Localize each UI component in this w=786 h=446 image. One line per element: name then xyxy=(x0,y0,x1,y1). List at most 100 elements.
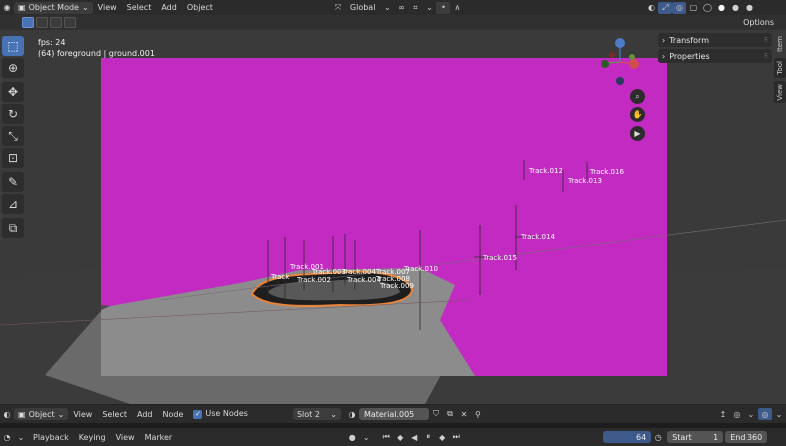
properties-panel[interactable]: › Properties ⠿ xyxy=(658,49,772,63)
menu-select[interactable]: Select xyxy=(122,3,157,12)
sidebar-panels: › Transform ⠿ › Properties ⠿ xyxy=(658,33,772,65)
select-box-icon[interactable]: ⬚ xyxy=(2,36,24,56)
orientation-icon[interactable]: ⤧ xyxy=(331,2,345,14)
chevron-right-icon: › xyxy=(662,51,666,61)
shading-material-icon[interactable]: ● xyxy=(728,2,742,14)
menu-marker[interactable]: Marker xyxy=(140,433,178,442)
overlay-icon[interactable]: ◎ xyxy=(758,408,772,420)
end-value: 360 xyxy=(746,432,763,442)
gizmo-icon[interactable]: ⤢ xyxy=(658,1,673,14)
menu-object[interactable]: Object xyxy=(182,3,218,12)
preview-range-icon[interactable]: ◷ xyxy=(651,431,665,443)
editor-type-icon[interactable]: ◐ xyxy=(0,408,14,420)
fps-text: fps: 24 xyxy=(38,38,66,47)
fake-user-icon[interactable]: ⛉ xyxy=(429,408,443,420)
annotate-icon[interactable]: ✎ xyxy=(2,172,24,192)
close-icon[interactable]: ✕ xyxy=(457,408,471,420)
menu-select[interactable]: Select xyxy=(97,410,132,419)
pivot-icon[interactable]: ∞ xyxy=(394,2,408,14)
chevron-down-icon[interactable]: ⌄ xyxy=(772,408,786,420)
chevron-down-icon: ⌄ xyxy=(81,3,89,12)
scale-icon[interactable]: ⤡ xyxy=(2,126,24,146)
current-frame-field[interactable]: 64 xyxy=(603,431,652,443)
slot-dropdown[interactable]: Slot 2 ⌄ xyxy=(292,408,341,420)
snap-options-icon[interactable]: ⌄ xyxy=(422,2,436,14)
shading-wire-icon[interactable]: ◯ xyxy=(700,2,714,14)
cursor-icon[interactable]: ⊕ xyxy=(2,58,24,78)
snap-options-icon[interactable]: ⌄ xyxy=(744,408,758,420)
select-new-icon[interactable] xyxy=(22,17,34,28)
transform-panel[interactable]: › Transform ⠿ xyxy=(658,33,772,47)
pin-icon[interactable]: ⚲ xyxy=(471,408,485,420)
tab-view[interactable]: View xyxy=(774,80,786,104)
select-subtract-icon[interactable] xyxy=(50,17,62,28)
overlay-icon[interactable]: ◎ xyxy=(672,1,687,14)
rotate-icon[interactable]: ↻ xyxy=(2,104,24,124)
camera-view-icon[interactable]: ▶ xyxy=(630,126,645,141)
proportional-edit-icon[interactable]: • xyxy=(436,1,451,14)
options-dropdown[interactable]: Options xyxy=(743,18,774,27)
start-value: 1 xyxy=(713,432,719,442)
duplicate-icon[interactable]: ⧉ xyxy=(443,408,457,420)
track-label: Track.002 xyxy=(296,276,331,284)
shading-rendered-icon[interactable]: ● xyxy=(742,2,756,14)
chevron-right-icon: › xyxy=(662,35,666,45)
menu-keying[interactable]: Keying xyxy=(74,433,111,442)
jump-end-icon[interactable]: ⏭ xyxy=(449,431,463,443)
tab-item[interactable]: Item xyxy=(774,33,786,55)
snap-icon[interactable]: ⌗ xyxy=(408,2,422,14)
editor-type-icon[interactable]: ◉ xyxy=(0,2,14,14)
record-icon[interactable]: ● xyxy=(345,431,359,443)
menu-add[interactable]: Add xyxy=(132,410,158,419)
pan-hand-icon[interactable]: ✋ xyxy=(630,107,645,122)
track-label: Track.010 xyxy=(403,265,438,273)
chevron-down-icon[interactable]: ⌄ xyxy=(359,431,373,443)
move-icon[interactable]: ✥ xyxy=(2,82,24,102)
zoom-icon[interactable]: ⌕ xyxy=(630,89,645,104)
menu-view[interactable]: View xyxy=(111,433,140,442)
parent-icon[interactable]: ↥ xyxy=(716,408,730,420)
menu-view[interactable]: View xyxy=(68,410,97,419)
node-editor-header: ◐ ▣ Object ⌄ View Select Add Node ✓ Use N… xyxy=(0,404,786,423)
checkbox-icon[interactable]: ✓ xyxy=(193,410,203,419)
tab-tool[interactable]: Tool xyxy=(774,57,786,78)
jump-start-icon[interactable]: ⏮ xyxy=(379,431,393,443)
snap-icon[interactable]: ◎ xyxy=(730,408,744,420)
play-reverse-icon[interactable]: ◀ xyxy=(407,431,421,443)
clock-icon[interactable]: ◔ xyxy=(0,431,14,443)
select-invert-icon[interactable] xyxy=(64,17,76,28)
menu-node[interactable]: Node xyxy=(158,410,189,419)
material-name-field[interactable]: Material.005 xyxy=(358,408,429,420)
next-key-icon[interactable]: ◆ xyxy=(435,431,449,443)
track-label: Track.013 xyxy=(567,177,602,185)
viewport-stats: fps: 24 (64) foreground | ground.001 xyxy=(38,37,155,59)
add-cube-icon[interactable]: ⧉ xyxy=(2,218,24,238)
mode-dropdown[interactable]: ▣ Object Mode ⌄ xyxy=(14,1,93,14)
menu-view[interactable]: View xyxy=(93,3,122,12)
timeline-header: ◔ ⌄ Playback Keying View Marker ● ⌄ ⏮ ◆ … xyxy=(0,428,786,446)
drag-handle-icon[interactable]: ⠿ xyxy=(764,53,768,60)
orientation-dropdown[interactable]: Global xyxy=(345,3,381,12)
3d-viewport[interactable]: Track.012 Track.016 Track.013 Track.014 … xyxy=(0,30,786,404)
visibility-icon[interactable]: ◐ xyxy=(644,2,658,14)
use-nodes-toggle[interactable]: ✓ Use Nodes xyxy=(188,409,253,419)
select-extend-icon[interactable] xyxy=(36,17,48,28)
pause-icon[interactable]: ⏸ xyxy=(421,431,435,443)
track-label: Track.012 xyxy=(528,167,563,175)
chevron-down-icon: ⌄ xyxy=(57,409,65,419)
transform-icon[interactable]: ⊡ xyxy=(2,148,24,168)
menu-playback[interactable]: Playback xyxy=(28,433,74,442)
chevron-down-icon[interactable]: ⌄ xyxy=(14,431,28,443)
xray-icon[interactable]: ▢ xyxy=(686,2,700,14)
shading-solid-icon[interactable]: ● xyxy=(714,2,728,14)
falloff-icon[interactable]: ∧ xyxy=(450,2,464,14)
material-browse-icon[interactable]: ◑ xyxy=(345,408,359,420)
drag-handle-icon[interactable]: ⠿ xyxy=(764,37,768,44)
start-frame-field[interactable]: Start 1 xyxy=(667,431,724,443)
shader-type-dropdown[interactable]: ▣ Object ⌄ xyxy=(14,408,69,420)
menu-add[interactable]: Add xyxy=(156,3,182,12)
chevron-down-icon[interactable]: ⌄ xyxy=(380,2,394,14)
end-frame-field[interactable]: End 360 xyxy=(725,431,768,443)
measure-icon[interactable]: ⊿ xyxy=(2,194,24,214)
prev-key-icon[interactable]: ◆ xyxy=(393,431,407,443)
